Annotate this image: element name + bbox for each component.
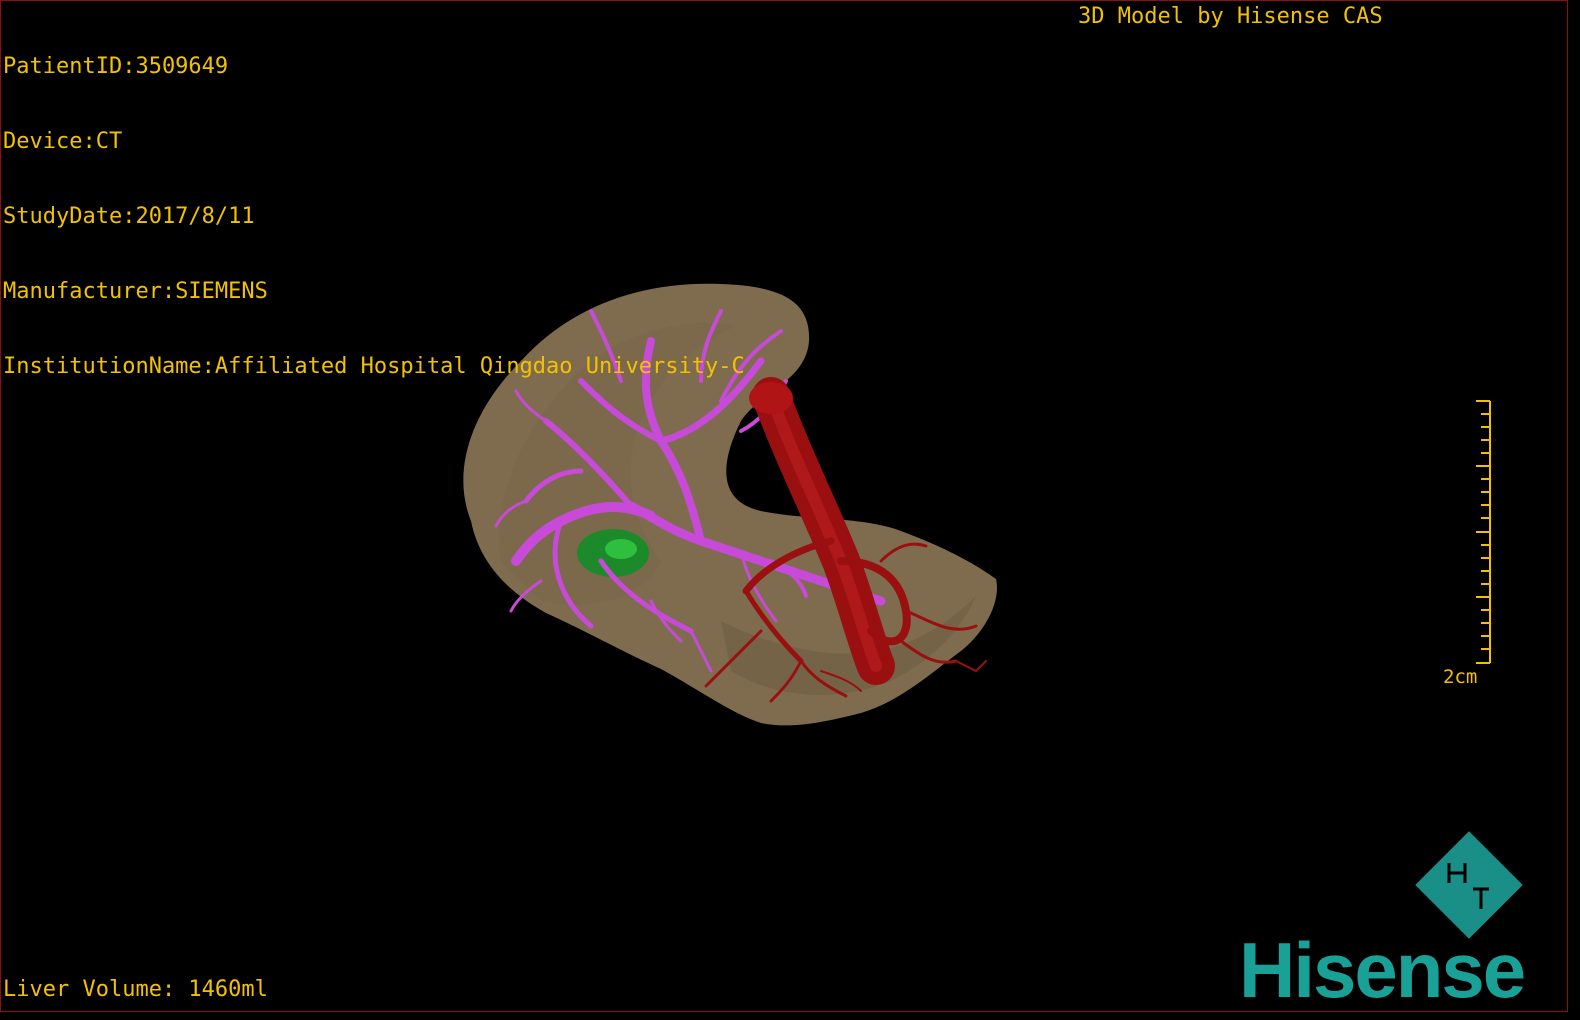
hisense-logo-wordmark: Hisense <box>1239 926 1526 1012</box>
manufacturer: Manufacturer:SIEMENS <box>3 279 268 304</box>
dicom-info-block: PatientID:3509649 Device:CT StudyDate:20… <box>3 4 745 429</box>
liver-volume-readout: Liver Volume: 1460ml <box>3 977 268 1002</box>
model-credit: 3D Model by Hisense CAS <box>1078 4 1383 29</box>
scale-bar-label: 2cm <box>1443 666 1478 688</box>
device: Device:CT <box>3 129 123 154</box>
3d-viewport[interactable]: PatientID:3509649 Device:CT StudyDate:20… <box>0 0 1568 1012</box>
scale-bar <box>1476 400 1491 664</box>
hisense-ht-diamond-icon <box>1415 831 1523 939</box>
study-date: StudyDate:2017/8/11 <box>3 204 255 229</box>
green-lesion <box>577 529 649 577</box>
patient-id: PatientID:3509649 <box>3 54 229 79</box>
institution-name: InstitutionName:Affiliated Hospital Qing… <box>3 354 745 379</box>
